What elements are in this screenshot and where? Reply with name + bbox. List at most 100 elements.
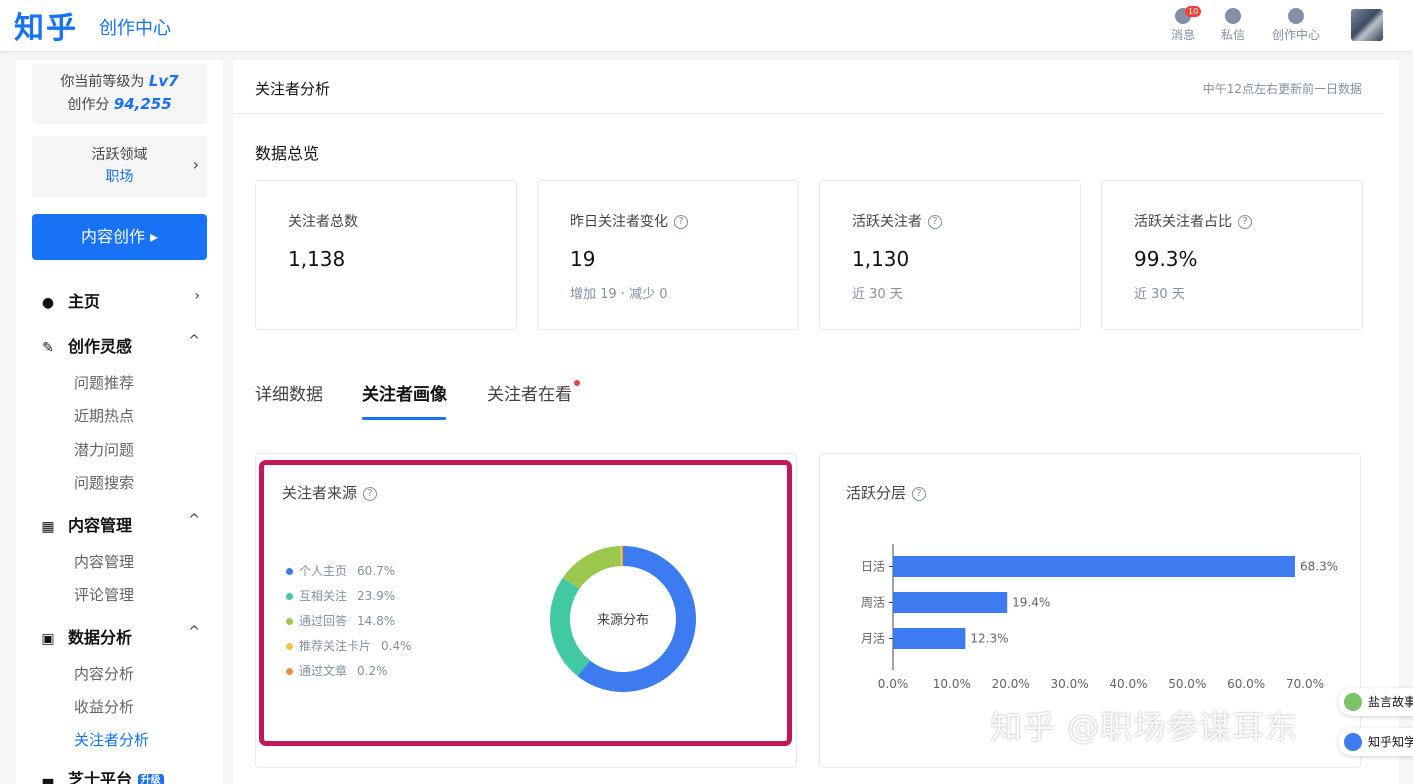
stat-note: 增加 19 · 减少 0 <box>570 287 668 302</box>
tab-detail-data[interactable]: 详细数据 <box>255 380 323 405</box>
chevron-right-icon: › <box>194 288 200 304</box>
update-note: 中午12点左右更新前一日数据 <box>1202 82 1362 96</box>
private-messages-label: 私信 <box>1220 28 1245 42</box>
tab-follower-watching-label: 关注者在看 <box>487 385 572 405</box>
message-count-badge: 10 <box>1185 6 1202 17</box>
highlight-frame <box>259 460 792 746</box>
nav-cheese-label: 芝士平台 <box>68 770 133 784</box>
nav-item-question-recommend[interactable]: 问题推荐 <box>74 372 134 393</box>
side-chip-label: 知乎知学堂 <box>1368 735 1413 749</box>
pencil-icon: ✎ <box>42 340 54 356</box>
stat-card-total-followers: 关注者总数 1,138 <box>255 180 517 330</box>
nav-item-content-manage[interactable]: 内容管理 <box>74 551 134 572</box>
chevron-up-icon: ^ <box>188 512 200 528</box>
chat-icon <box>1225 8 1241 24</box>
messages-button[interactable]: 10 消息 <box>1163 6 1203 43</box>
notification-dot <box>574 380 580 386</box>
bar-value-label: 19.4% <box>1012 596 1050 610</box>
nav-data-analysis[interactable]: ▣ 数据分析 ^ <box>40 624 200 648</box>
x-tick-label: 60.0% <box>1227 677 1265 691</box>
chevron-up-icon: ^ <box>188 624 200 640</box>
divider <box>233 113 1383 114</box>
x-tick-label: 30.0% <box>1051 677 1089 691</box>
level-text: 你当前等级为 <box>60 74 145 90</box>
x-tick-label: 20.0% <box>992 677 1030 691</box>
x-tick-label: 50.0% <box>1168 677 1206 691</box>
chart-icon: ▣ <box>41 631 55 647</box>
stat-value: 1,130 <box>852 247 910 271</box>
user-icon: ● <box>41 295 55 311</box>
nav-item-hot-topics[interactable]: 近期热点 <box>74 405 134 426</box>
help-icon[interactable]: ? <box>674 215 688 229</box>
active-area-label: 活跃领域 <box>91 147 148 163</box>
active-area-value: 职场 <box>105 169 134 185</box>
grid-icon: ▦ <box>41 519 55 535</box>
top-bar: 知乎 创作中心 10 消息 私信 创作中心 <box>0 0 1413 52</box>
academy-icon <box>1344 733 1362 751</box>
nav-inspiration[interactable]: ✎ 创作灵感 ^ <box>40 333 200 357</box>
nav-item-content-analysis[interactable]: 内容分析 <box>74 663 134 684</box>
nav-cheese-platform[interactable]: ▬ 芝士平台 升级 <box>40 766 200 784</box>
nav-item-comment-manage[interactable]: 评论管理 <box>74 584 134 605</box>
stat-value: 19 <box>570 247 596 271</box>
nav-content-label: 内容管理 <box>68 516 133 535</box>
y-tick-label: 日活 <box>861 560 885 574</box>
watermark: 知乎 @职场参谋耳东 <box>990 708 1299 746</box>
chevron-up-icon: ^ <box>188 333 200 349</box>
help-icon[interactable]: ? <box>928 215 942 229</box>
level-value: Lv7 <box>148 72 179 90</box>
messages-label: 消息 <box>1170 28 1195 42</box>
help-icon[interactable]: ? <box>912 486 927 501</box>
stat-value: 99.3% <box>1134 247 1198 271</box>
bar-value-label: 68.3% <box>1300 560 1338 574</box>
nav-item-income-analysis[interactable]: 收益分析 <box>74 696 134 717</box>
user-edit-icon <box>1288 8 1304 24</box>
stat-card-active-ratio: 活跃关注者占比? 99.3% 近 30 天 <box>1101 180 1363 330</box>
level-card: 你当前等级为 Lv7 创作分 94,255 <box>32 64 207 124</box>
nav-analysis-label: 数据分析 <box>68 628 133 647</box>
help-icon[interactable]: ? <box>1238 215 1252 229</box>
y-tick-label: 月活 <box>861 632 885 646</box>
side-chip-academy[interactable]: 知乎知学堂 <box>1338 728 1413 756</box>
nav-inspiration-label: 创作灵感 <box>68 337 133 356</box>
stat-note: 近 30 天 <box>1134 287 1185 302</box>
stat-label: 昨日关注者变化 <box>570 214 668 230</box>
story-icon <box>1344 693 1362 711</box>
side-chip-label: 盐言故事 <box>1368 695 1413 709</box>
stat-label: 活跃关注者占比 <box>1134 214 1232 230</box>
stat-label: 关注者总数 <box>288 214 358 230</box>
score-text: 创作分 <box>67 97 110 113</box>
bar[interactable] <box>893 592 1008 613</box>
activity-bar-chart: 日活 68.3% 周活 19.4% 月活 12.3% 0.0% 10.0% 20.0% 30.0%… <box>861 544 1338 691</box>
nav-item-follower-analysis[interactable]: 关注者分析 <box>74 729 149 750</box>
nav-item-potential-questions[interactable]: 潜力问题 <box>74 439 134 460</box>
platform-icon: ▬ <box>41 773 55 784</box>
create-content-button[interactable]: 内容创作 ▸ <box>32 214 207 260</box>
nav-item-question-search[interactable]: 问题搜索 <box>74 472 134 493</box>
page-title: 关注者分析 <box>255 80 331 98</box>
activity-tier-title: 活跃分层 <box>846 484 907 502</box>
tab-follower-watching[interactable]: 关注者在看 <box>487 380 580 405</box>
private-messages-button[interactable]: 私信 <box>1213 8 1253 43</box>
upgrade-tag: 升级 <box>137 773 164 784</box>
active-area-card[interactable]: 活跃领域 职场 › <box>32 136 207 198</box>
side-chip-stories[interactable]: 盐言故事 <box>1338 688 1413 716</box>
stat-label: 活跃关注者 <box>852 214 922 230</box>
x-tick-label: 40.0% <box>1109 677 1147 691</box>
stat-note: 近 30 天 <box>852 287 903 302</box>
creator-center-button[interactable]: 创作中心 <box>1270 8 1322 43</box>
stat-card-daily-change: 昨日关注者变化? 19 增加 19 · 减少 0 <box>537 180 799 330</box>
chevron-right-icon: › <box>192 155 199 174</box>
avatar[interactable] <box>1351 9 1383 41</box>
bar[interactable] <box>893 628 966 649</box>
y-tick-label: 周活 <box>861 596 885 610</box>
sidebar: 你当前等级为 Lv7 创作分 94,255 活跃领域 职场 › 内容创作 ▸ ●… <box>16 60 223 784</box>
nav-home[interactable]: ● 主页 › <box>40 288 200 312</box>
x-tick-label: 70.0% <box>1286 677 1324 691</box>
zhihu-logo[interactable]: 知乎 <box>14 3 78 47</box>
nav-content-management[interactable]: ▦ 内容管理 ^ <box>40 512 200 536</box>
tab-follower-profile[interactable]: 关注者画像 <box>362 380 447 405</box>
bar[interactable] <box>893 556 1295 577</box>
creator-center-title[interactable]: 创作中心 <box>99 14 171 40</box>
overview-title: 数据总览 <box>255 144 320 163</box>
